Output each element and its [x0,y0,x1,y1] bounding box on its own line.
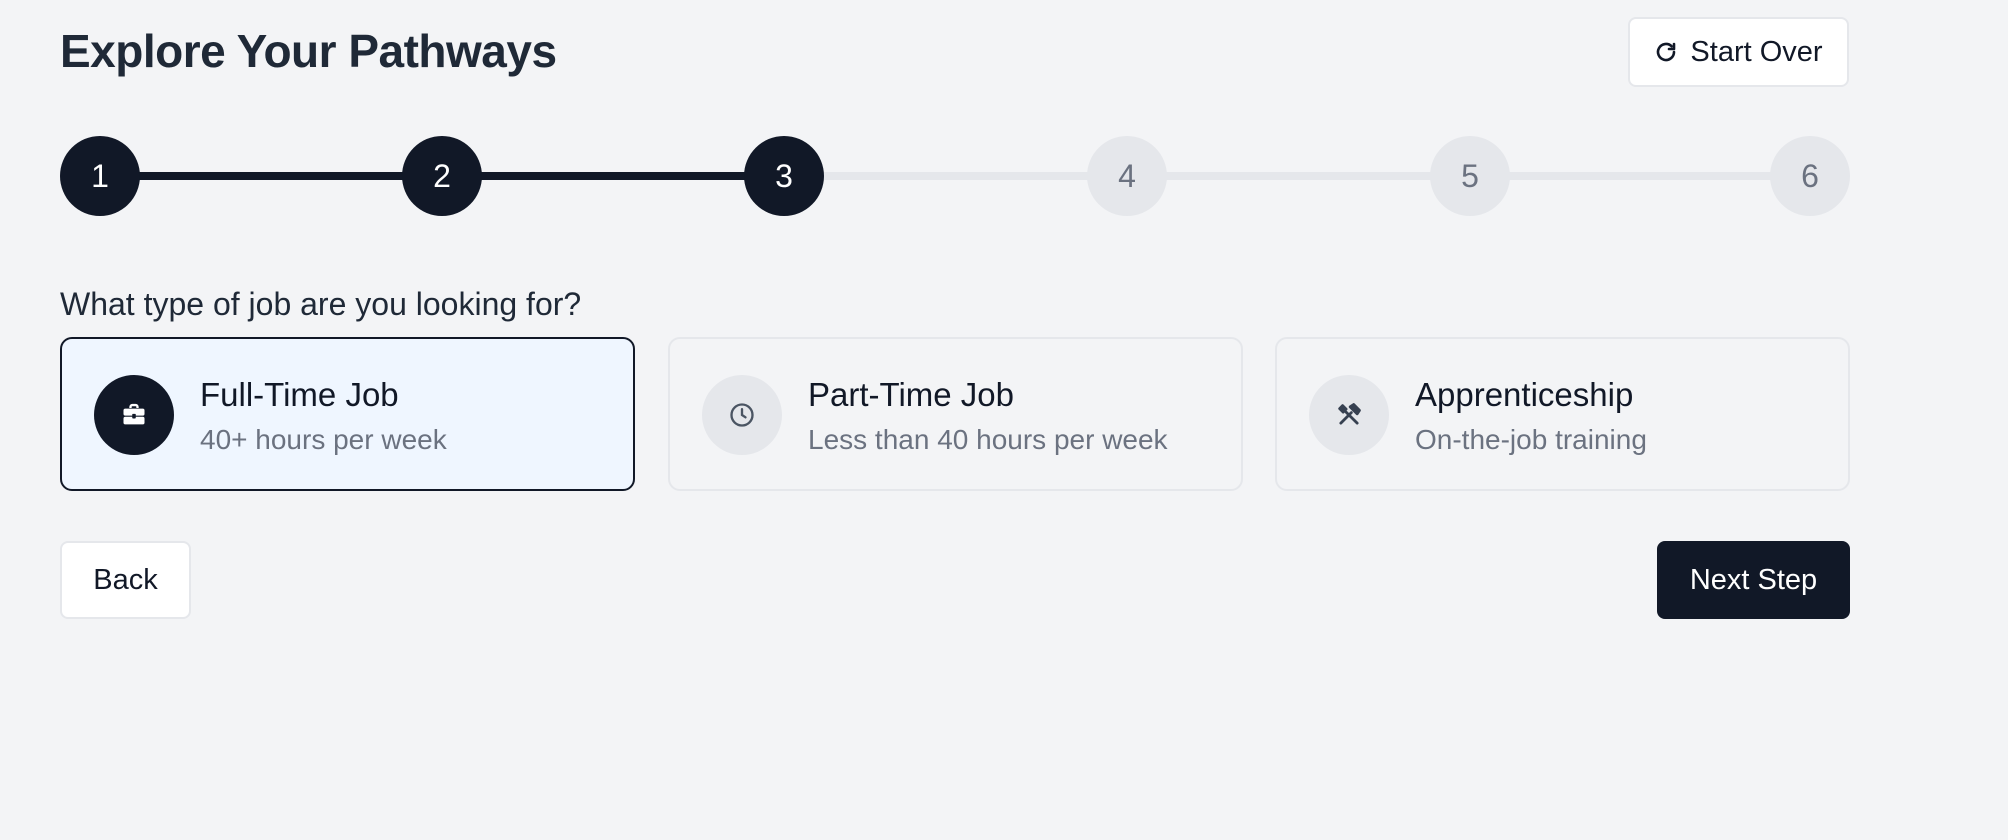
page-title: Explore Your Pathways [60,25,557,77]
start-over-button[interactable]: Start Over [1628,17,1849,87]
next-step-button[interactable]: Next Step [1657,541,1850,619]
step-connector [784,172,1127,180]
step-connector [100,172,442,180]
step-6: 6 [1770,136,1850,216]
step-4: 4 [1087,136,1167,216]
start-over-label: Start Over [1690,35,1823,68]
option-icon-circle [1309,375,1389,455]
step-2[interactable]: 2 [402,136,482,216]
tools-icon [1335,401,1363,429]
step-connector [1127,172,1470,180]
step-1[interactable]: 1 [60,136,140,216]
option-subtitle: Less than 40 hours per week [808,424,1168,455]
step-connector [1470,172,1810,180]
option-title: Apprenticeship [1415,376,1634,413]
option-title: Part-Time Job [808,376,1014,413]
briefcase-icon [120,401,148,429]
step-3[interactable]: 3 [744,136,824,216]
page: Explore Your Pathways Start Over 1 2 3 4… [0,0,2008,840]
option-subtitle: 40+ hours per week [200,424,447,455]
option-title: Full-Time Job [200,376,399,413]
progress-stepper: 1 2 3 4 5 6 [60,136,1850,216]
refresh-icon [1654,40,1678,64]
step-5: 5 [1430,136,1510,216]
option-icon-circle [702,375,782,455]
back-button[interactable]: Back [60,541,191,619]
clock-icon [728,401,756,429]
step-connector [442,172,784,180]
option-apprenticeship[interactable]: Apprenticeship On-the-job training [1275,337,1850,491]
option-full-time-job[interactable]: Full-Time Job 40+ hours per week [60,337,635,491]
option-subtitle: On-the-job training [1415,424,1647,455]
option-part-time-job[interactable]: Part-Time Job Less than 40 hours per wee… [668,337,1243,491]
option-icon-circle [94,375,174,455]
question-label: What type of job are you looking for? [60,286,582,322]
